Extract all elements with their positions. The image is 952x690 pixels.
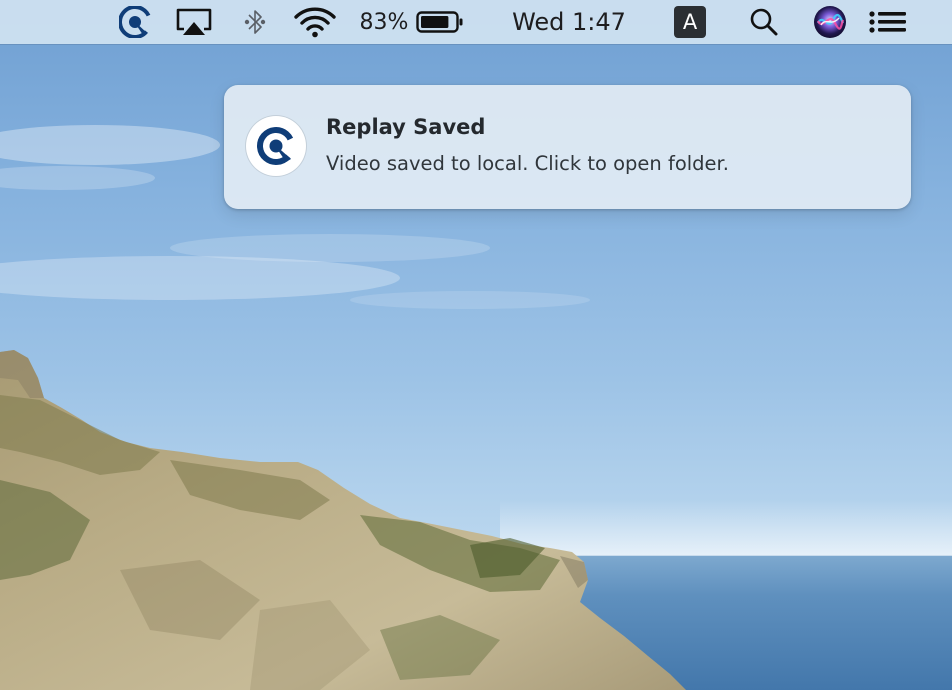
input-source-badge: A: [674, 6, 706, 38]
siri-button[interactable]: [812, 0, 848, 44]
menu-bar: 83% Wed 1:47 A: [0, 0, 952, 44]
desktop: 83% Wed 1:47 A Replay Saved Video saved …: [0, 0, 952, 690]
battery-percent-label: 83%: [359, 9, 409, 35]
battery-icon: [416, 11, 463, 33]
bluetooth-icon: [244, 10, 266, 34]
replay-app-icon: [119, 6, 151, 38]
search-icon: [750, 8, 778, 36]
airplay-icon: [176, 8, 212, 35]
battery-level-fill: [421, 16, 449, 28]
replay-saved-notification[interactable]: Replay Saved Video saved to local. Click…: [224, 85, 911, 209]
notification-title: Replay Saved: [326, 115, 486, 139]
notification-body: Video saved to local. Click to open fold…: [326, 152, 729, 175]
input-source-menu[interactable]: A: [672, 0, 708, 44]
replay-app-icon: [257, 127, 295, 165]
wifi-icon: [294, 7, 336, 38]
siri-icon: [814, 6, 846, 38]
notification-app-icon: [246, 116, 306, 176]
replay-status-item[interactable]: [117, 0, 153, 44]
battery-status[interactable]: 83%: [356, 0, 468, 44]
airplay-button[interactable]: [172, 0, 216, 44]
clock-label: Wed 1:47: [512, 8, 626, 36]
spotlight-button[interactable]: [746, 0, 782, 44]
wifi-button[interactable]: [292, 0, 338, 44]
bluetooth-button[interactable]: [240, 0, 270, 44]
notification-center-icon: [869, 11, 906, 33]
notification-center-button[interactable]: [868, 0, 908, 44]
menubar-clock[interactable]: Wed 1:47: [504, 0, 634, 44]
